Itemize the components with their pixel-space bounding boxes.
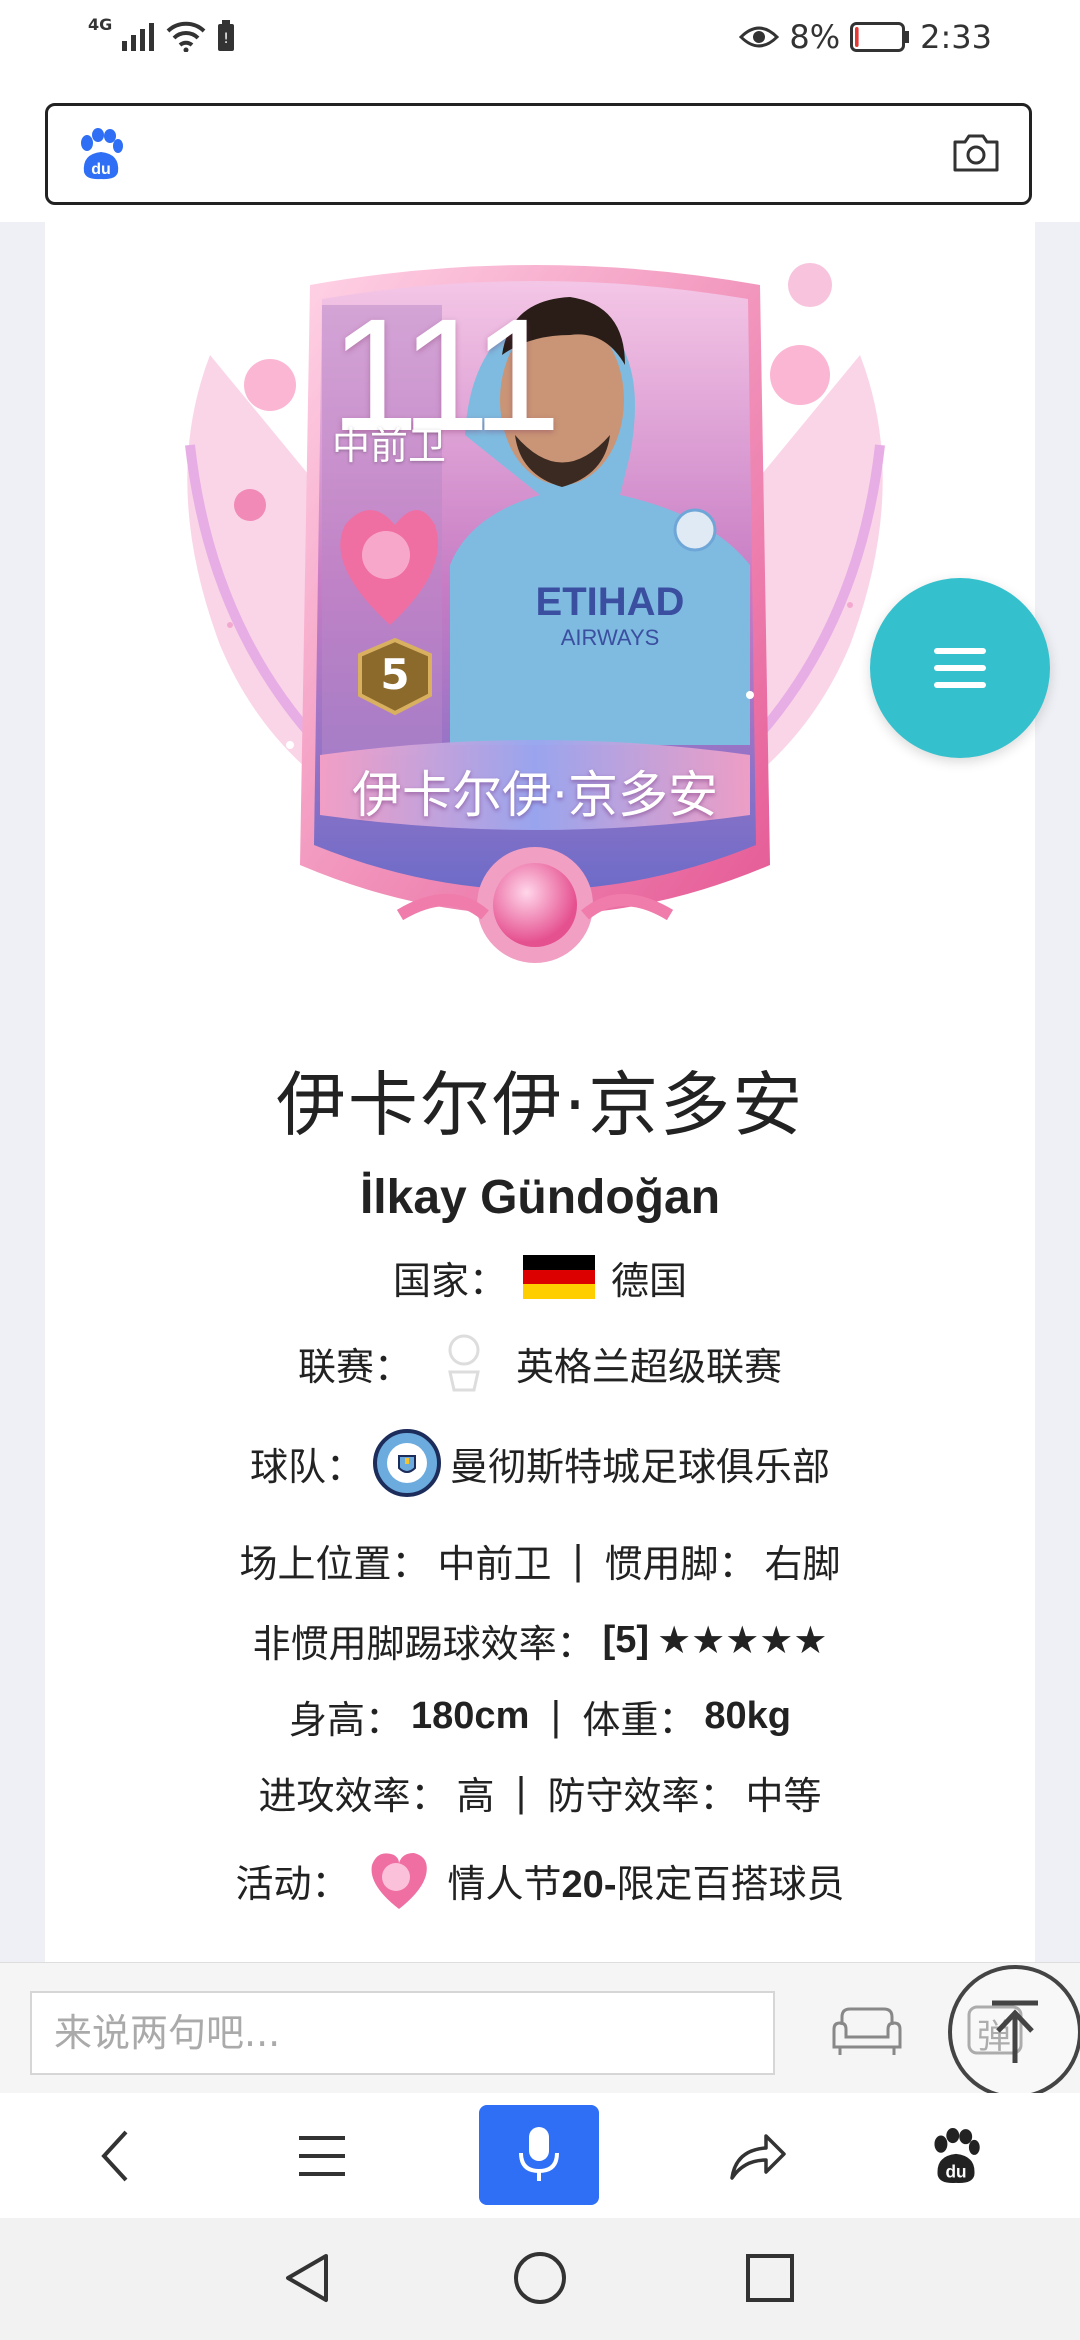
baidu-home-button[interactable]: du [896,2093,1016,2218]
country-row: 国家： 德国 [45,1236,1035,1318]
system-recents-icon[interactable] [742,2250,798,2306]
position-row: 场上位置： 中前卫 | 惯用脚： 右脚 [45,1518,1035,1602]
player-name-en: İlkay Gündoğan [359,1171,721,1224]
card-level: 5 [380,650,410,699]
menu-button[interactable] [262,2093,382,2218]
floating-menu-button[interactable] [870,578,1050,758]
premier-league-logo-icon [448,1334,480,1392]
voice-search-button[interactable] [479,2105,599,2205]
event-label: 活动： [235,1861,350,1906]
svg-text:!: ! [223,31,229,47]
battery-icon [850,22,910,52]
team-label: 球队： [249,1444,364,1489]
defense-value: 中等 [745,1773,822,1818]
bottom-nav: du [0,2093,1080,2218]
eye-comfort-icon [739,26,780,48]
foot-value: 右脚 [764,1541,841,1586]
chevron-left-icon [101,2130,128,2181]
player-name-cn: 伊卡尔伊·京多安 [275,1064,805,1146]
man-city-crest-icon [373,1429,441,1497]
clock: 2:33 [920,18,992,56]
separator: | [559,1538,597,1582]
country-label: 国家： [392,1258,507,1303]
svg-text:AIRWAYS: AIRWAYS [561,625,660,650]
attack-label: 进攻效率： [258,1773,449,1818]
team-row: 球队： 曼彻斯特城足球俱乐部 [45,1408,1035,1518]
player-info: 伊卡尔伊·京多安 İlkay Gündoğan 国家： 德国 联赛： 英格兰超级… [45,1050,1035,1930]
weak-foot-row: 非惯用脚踢球效率： [5] ★★★★★ [45,1602,1035,1678]
search-bar[interactable]: du [45,103,1032,205]
menu-icon-line [934,682,986,688]
status-bar: 4G ! 8% 2:33 [0,0,1080,84]
card-player-name: 伊卡尔伊·京多安 [352,766,718,824]
menu-icon [934,648,986,654]
arrow-up-icon [992,2000,1038,2063]
attack-value: 高 [456,1773,495,1818]
position-value: 中前卫 [437,1541,552,1586]
weight-label: 体重： [582,1697,697,1742]
league-label: 联赛： [297,1344,412,1389]
sofa-icon[interactable] [830,2003,904,2059]
position-label: 场上位置： [239,1541,430,1586]
search-input[interactable] [158,126,862,184]
weak-foot-label: 非惯用脚踢球效率： [252,1621,595,1666]
valentine-heart-icon [371,1853,427,1909]
network-type: 4G [88,14,113,34]
separator: | [502,1770,540,1814]
svg-text:du: du [945,2161,966,2181]
player-card[interactable]: ETIHAD AIRWAYS 111 中前卫 5 伊卡尔伊·京多安 [150,225,920,995]
height-label: 身高： [289,1697,404,1742]
workrate-row: 进攻效率： 高 | 防守效率： 中等 [45,1754,1035,1830]
back-to-top-button[interactable] [948,1965,1080,2099]
weak-foot-value: [5] [602,1618,650,1661]
card-position: 中前卫 [332,424,447,468]
svg-text:ETIHAD: ETIHAD [536,580,685,624]
defense-label: 防守效率： [547,1773,738,1818]
svg-text:du: du [91,161,111,178]
share-arrow-icon [730,2133,786,2180]
baidu-paw-icon: du [934,2127,980,2183]
team-value: 曼彻斯特城足球俱乐部 [450,1444,831,1489]
height-value: 180cm [411,1694,530,1737]
germany-flag-icon [523,1255,595,1299]
weight-value: 80kg [704,1694,791,1737]
event-value: 情人节20-限定百搭球员 [447,1861,845,1906]
league-row: 联赛： 英格兰超级联赛 [45,1318,1035,1408]
menu-icon-line [934,665,986,671]
hamburger-icon [299,2135,345,2176]
comment-input[interactable]: 来说两句吧... [30,1991,775,2075]
system-back-icon[interactable] [280,2250,336,2306]
battery-saver-icon: ! [218,20,235,51]
system-nav-bar [0,2218,1080,2340]
country-value: 德国 [611,1258,688,1303]
event-row: 活动： 情人节20-限定百搭球员 [45,1830,1035,1930]
share-button[interactable] [698,2093,818,2218]
microphone-icon [519,2127,559,2181]
baidu-paw-icon[interactable]: du [78,128,124,180]
body-row: 身高： 180cm | 体重： 80kg [45,1678,1035,1754]
signal-icon [122,23,155,51]
weak-foot-stars: ★★★★★ [657,1618,828,1662]
comment-bar: 来说两句吧... 弹 [0,1962,1080,2093]
battery-percent: 8% [789,18,841,56]
separator: | [537,1694,575,1738]
wifi-icon [166,21,206,52]
back-button[interactable] [56,2093,176,2218]
league-value: 英格兰超级联赛 [516,1344,783,1389]
system-home-icon[interactable] [512,2250,568,2306]
camera-icon[interactable] [951,132,1001,174]
foot-label: 惯用脚： [604,1541,757,1586]
